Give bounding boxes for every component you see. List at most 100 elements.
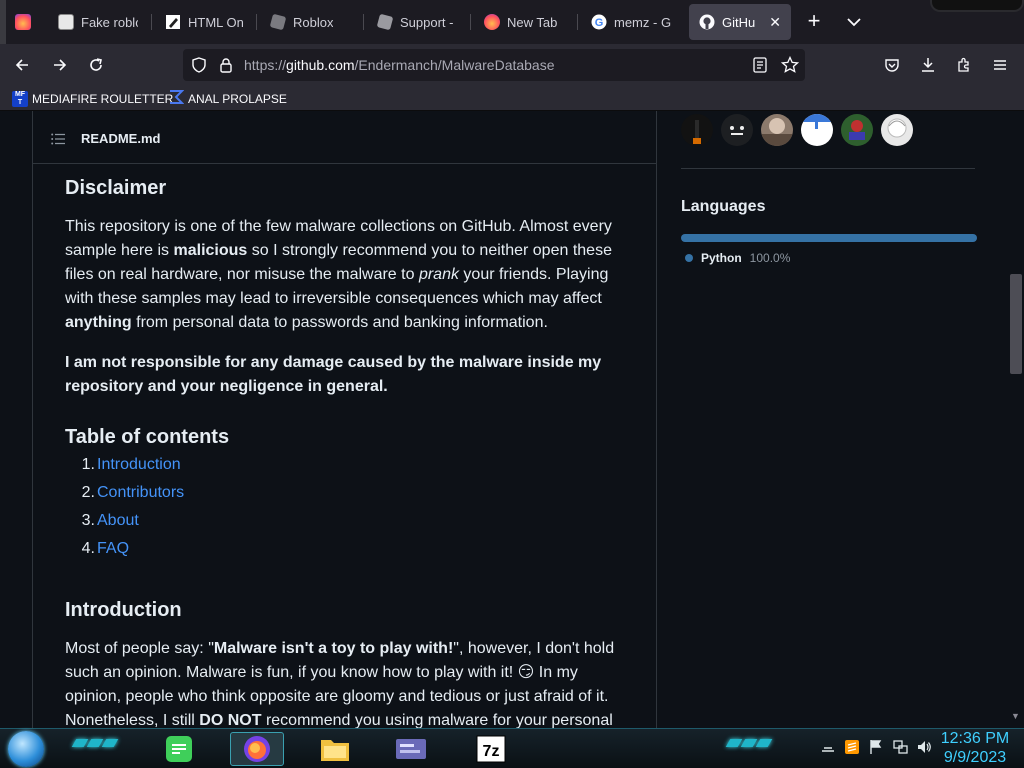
clock-date: 9/9/2023 [943,749,1007,766]
firefox-icon [15,14,31,30]
url-path: /Endermanch/MalwareDatabase [354,57,555,73]
list-item: 1. Introduction [65,451,625,479]
contributor-avatar[interactable] [801,114,833,146]
tab-separator [577,14,578,30]
hamburger-menu-icon [994,60,1006,70]
close-tab-icon[interactable]: ✕ [769,14,781,31]
reader-view-icon[interactable] [753,57,767,78]
bookmark-star-icon[interactable] [780,55,800,79]
contributor-avatar[interactable] [881,114,913,146]
reload-button[interactable] [82,52,110,78]
back-button[interactable] [8,52,36,78]
chevron-down-icon [847,18,861,27]
languages-heading: Languages [681,198,766,215]
readme-filename[interactable]: README.md [81,131,160,146]
toc-link-faq[interactable]: FAQ [97,540,129,557]
list-item: 2. Contributors [65,479,625,507]
tracking-protection-icon[interactable] [191,57,207,78]
contributor-avatar[interactable] [761,114,793,146]
tab-separator [470,14,471,30]
page-scrollbar[interactable] [1008,111,1024,728]
taskbar-app-file-explorer[interactable] [308,732,362,766]
bookmark-anal-prolapse[interactable]: ANAL PROLAPSE [168,89,287,108]
tab-new-tab[interactable]: New Tab [474,4,572,40]
clock[interactable]: 12:36 PM 9/9/2023 [930,729,1020,767]
taskbar-app-notes[interactable] [152,732,206,766]
start-button[interactable] [8,731,44,767]
list-item: 4. FAQ [65,535,625,563]
pocket-button[interactable] [878,52,906,78]
bold-text: DO NOT [199,712,262,728]
tab-label: Support - F [400,14,455,30]
tab-support[interactable]: Support - F [367,4,465,40]
new-tab-button[interactable]: + [802,10,826,34]
tab-fake-roblox[interactable]: Fake roblox [48,4,148,40]
toc-link-introduction[interactable]: Introduction [97,456,181,473]
control-panel-icon [396,739,426,759]
network-icon[interactable] [892,739,908,758]
show-hidden-icons-icon[interactable] [820,739,836,758]
html-editor-icon [165,14,181,30]
taskbar-app-firefox[interactable] [230,732,284,766]
disclaimer-section: Disclaimer [65,175,625,201]
svg-text:7z: 7z [483,743,500,760]
bookmark-label: ANAL PROLAPSE [188,91,287,106]
toc-link-about[interactable]: About [97,512,139,529]
tab-label: memz - Goo [614,14,671,30]
action-center-flag-icon[interactable] [868,739,884,758]
toc-heading: Table of contents [65,426,230,448]
navigation-toolbar: https://github.com/Endermanch/MalwareDat… [0,44,1024,86]
taskbar-app-7zip[interactable]: 7z [464,732,518,766]
tab-roblox[interactable]: Roblox [260,4,358,40]
downloads-button[interactable] [914,52,942,78]
sublime-text-tray-icon[interactable] [844,739,860,758]
folder-icon [321,740,349,761]
text: recommend you using malware for your per… [261,712,613,728]
contributor-avatar[interactable] [681,114,713,146]
page-content: README.md Disclaimer This repository is … [0,111,1024,728]
list-all-tabs-button[interactable] [842,10,866,34]
scroll-down-arrow-icon[interactable]: ▼ [1011,711,1020,721]
app-menu-button[interactable] [986,52,1014,78]
forward-button[interactable] [46,52,74,78]
google-icon: G [591,14,607,30]
language-python[interactable]: Python 100.0% [685,251,790,265]
language-name: Python [701,251,742,265]
tab-html-online[interactable]: HTML Onli [155,4,253,40]
language-color-dot [685,254,693,262]
bookmark-mediafire[interactable]: MF T MEDIAFIRE ROULETTER [12,89,173,108]
url-text[interactable]: https://github.com/Endermanch/MalwareDat… [244,57,555,73]
tab-google[interactable]: G memz - Goo [581,4,681,40]
responsibility-notice: I am not responsible for any damage caus… [65,354,602,395]
system-tray [820,739,932,758]
lock-icon[interactable] [219,57,233,78]
taskbar-app-settings[interactable] [384,732,438,766]
contributor-avatar[interactable] [721,114,753,146]
tab-github[interactable]: GitHub - ✕ [689,4,791,40]
arrow-left-icon [15,59,28,71]
tab-firefox-view[interactable] [6,4,40,40]
toc-link-contributors[interactable]: Contributors [97,484,184,501]
fake-roblox-icon [58,14,74,30]
list-number: 3. [81,512,95,529]
address-bar[interactable]: https://github.com/Endermanch/MalwareDat… [183,49,805,81]
tab-label: Fake roblox [81,14,138,30]
toc-list: 1. Introduction 2. Contributors 3. About 4.… [65,451,625,563]
list-number: 1. [81,456,95,473]
contributor-avatar[interactable] [841,114,873,146]
puzzle-icon [958,57,969,72]
disclaimer-heading: Disclaimer [65,177,167,199]
smirk-emoji-icon: 😏 [517,664,535,681]
list-unordered-icon[interactable] [51,133,65,145]
github-icon [699,14,715,30]
scrollbar-thumb[interactable] [1010,274,1022,374]
bold-text: anything [65,314,132,331]
extensions-button[interactable] [950,52,978,78]
toc-section: Table of contents [65,424,625,450]
reload-icon [90,58,102,71]
taskbar: 7z 12:36 PM 9/9/2023 [0,728,1024,768]
italic-text: prank [418,266,459,283]
introduction-heading: Introduction [65,599,182,621]
window-frame-decoration [930,0,1024,12]
list-number: 4. [81,540,95,557]
